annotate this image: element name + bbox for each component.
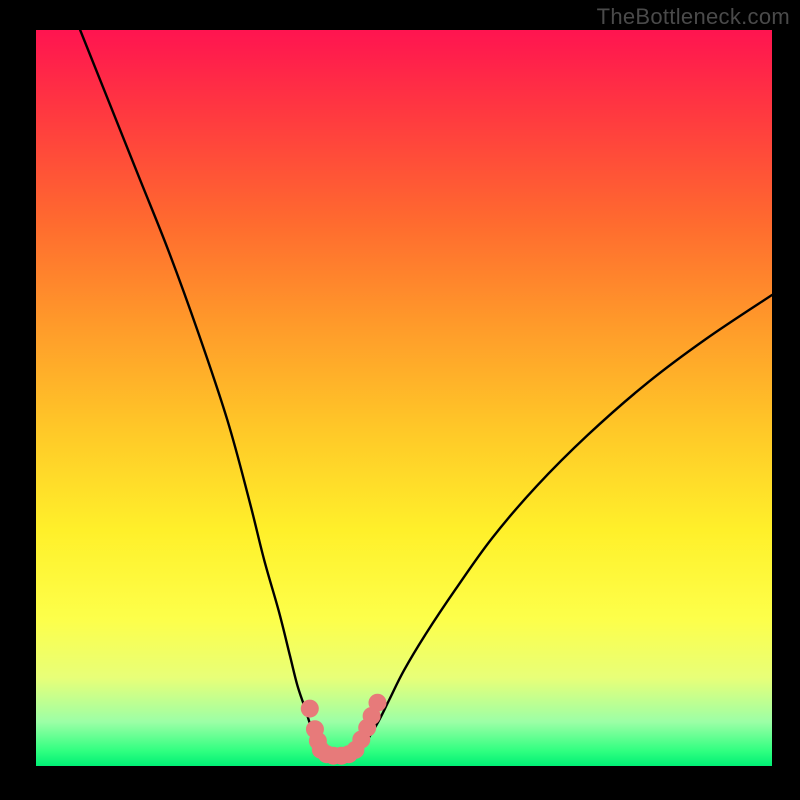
chart-svg: [36, 30, 772, 766]
plot-area: [36, 30, 772, 766]
marker-dot: [369, 694, 387, 712]
watermark-text: TheBottleneck.com: [597, 4, 790, 30]
series-right-curve: [360, 295, 772, 751]
chart-stage: TheBottleneck.com: [0, 0, 800, 800]
marker-dot: [301, 700, 319, 718]
series-left-curve: [80, 30, 321, 751]
